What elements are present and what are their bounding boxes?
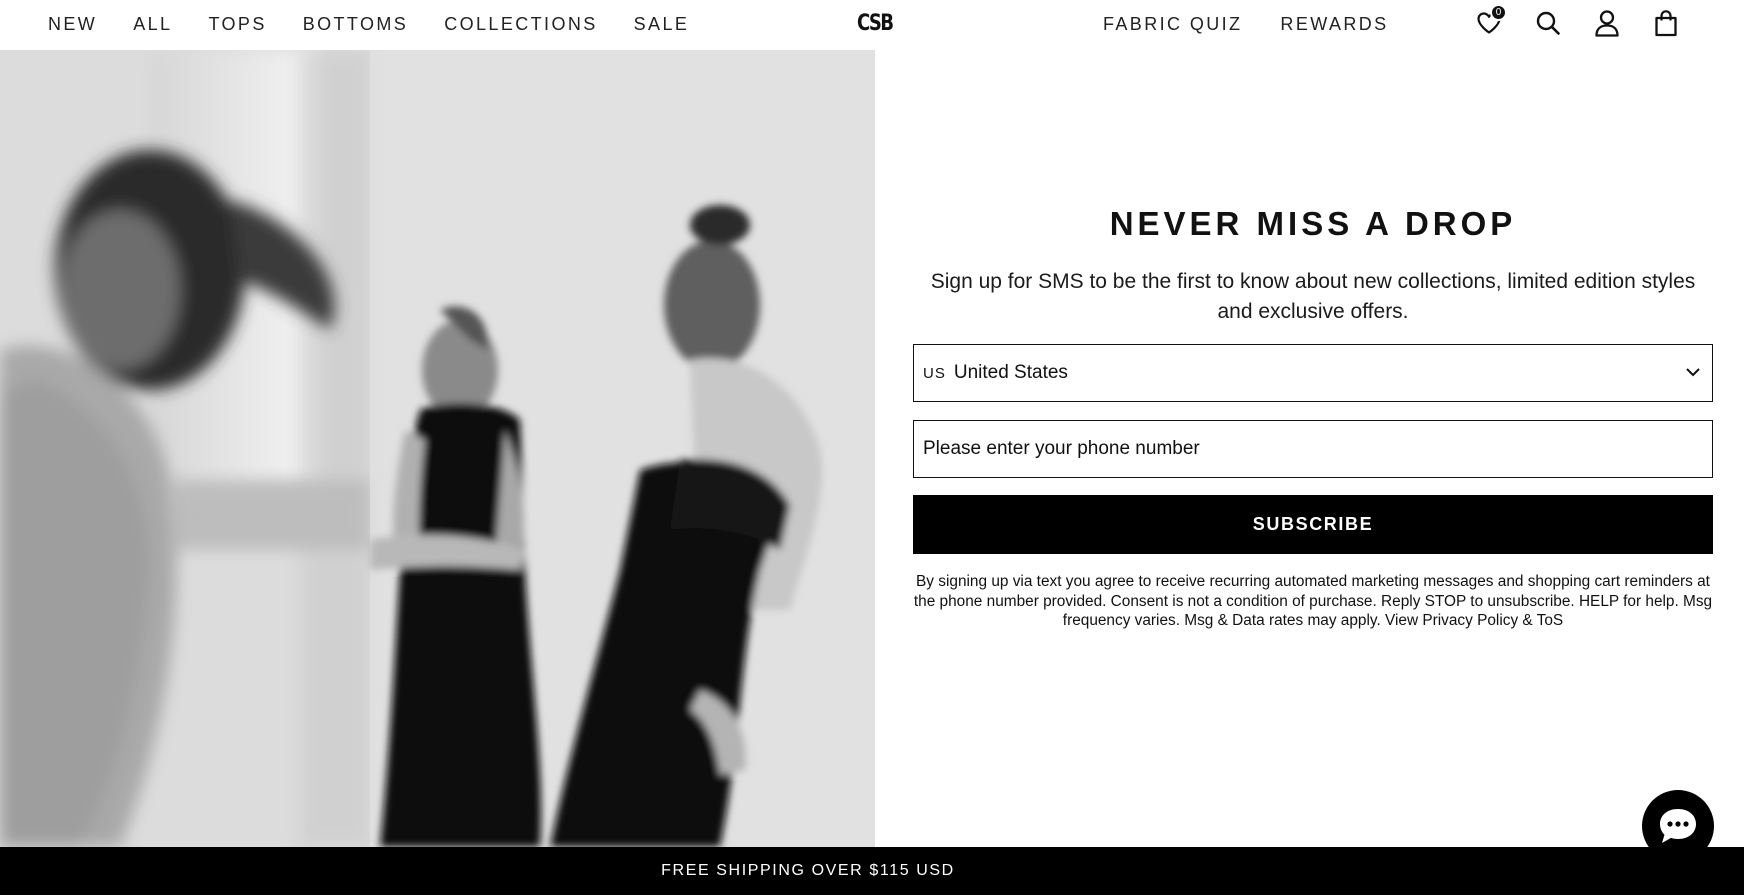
signup-headline: NEVER MISS A DROP bbox=[1109, 205, 1517, 242]
country-name: United States bbox=[953, 362, 1068, 383]
site-logo[interactable]: CSB bbox=[857, 11, 894, 36]
hero-image bbox=[0, 50, 875, 847]
site-header: NEW ALL TOPS BOTTOMS COLLECTIONS SALE CS… bbox=[0, 0, 1744, 50]
chat-bubble-icon bbox=[1660, 809, 1696, 843]
free-shipping-text: FREE SHIPPING OVER $115 USD bbox=[661, 862, 955, 879]
nav-link-sale[interactable]: SALE bbox=[634, 14, 690, 35]
signup-subtext: Sign up for SMS to be the first to know … bbox=[930, 270, 1696, 323]
wishlist-button[interactable]: 0 bbox=[1474, 4, 1507, 38]
bag-icon bbox=[1655, 10, 1677, 37]
subscribe-button[interactable]: SUBSCRIBE bbox=[913, 495, 1713, 554]
main-nav: NEW ALL TOPS BOTTOMS COLLECTIONS SALE bbox=[48, 0, 689, 48]
cart-button[interactable] bbox=[1651, 8, 1681, 38]
header-icons: 0 bbox=[1474, 4, 1681, 38]
wishlist-count-badge: 0 bbox=[1490, 4, 1507, 21]
sms-disclaimer: By signing up via text you agree to rece… bbox=[913, 573, 1713, 629]
search-button[interactable] bbox=[1533, 8, 1563, 38]
nav-link-collections[interactable]: COLLECTIONS bbox=[444, 14, 597, 35]
nav-link-fabric-quiz[interactable]: FABRIC QUIZ bbox=[1103, 14, 1242, 35]
secondary-nav: FABRIC QUIZ REWARDS bbox=[1103, 0, 1389, 48]
hero-photo bbox=[0, 50, 875, 847]
account-button[interactable] bbox=[1592, 8, 1622, 38]
country-code: US bbox=[923, 364, 946, 382]
nav-link-rewards[interactable]: REWARDS bbox=[1280, 14, 1388, 35]
account-icon bbox=[1595, 10, 1619, 37]
nav-link-bottoms[interactable]: BOTTOMS bbox=[303, 14, 408, 35]
country-select[interactable]: US United States bbox=[913, 344, 1713, 402]
nav-link-all[interactable]: ALL bbox=[133, 14, 172, 35]
nav-link-new[interactable]: NEW bbox=[48, 14, 97, 35]
announcement-bar: FREE SHIPPING OVER $115 USD bbox=[0, 847, 1744, 895]
phone-number-input[interactable] bbox=[913, 420, 1713, 478]
search-icon bbox=[1536, 11, 1560, 35]
nav-link-tops[interactable]: TOPS bbox=[208, 14, 266, 35]
chevron-down-icon bbox=[1686, 368, 1700, 377]
